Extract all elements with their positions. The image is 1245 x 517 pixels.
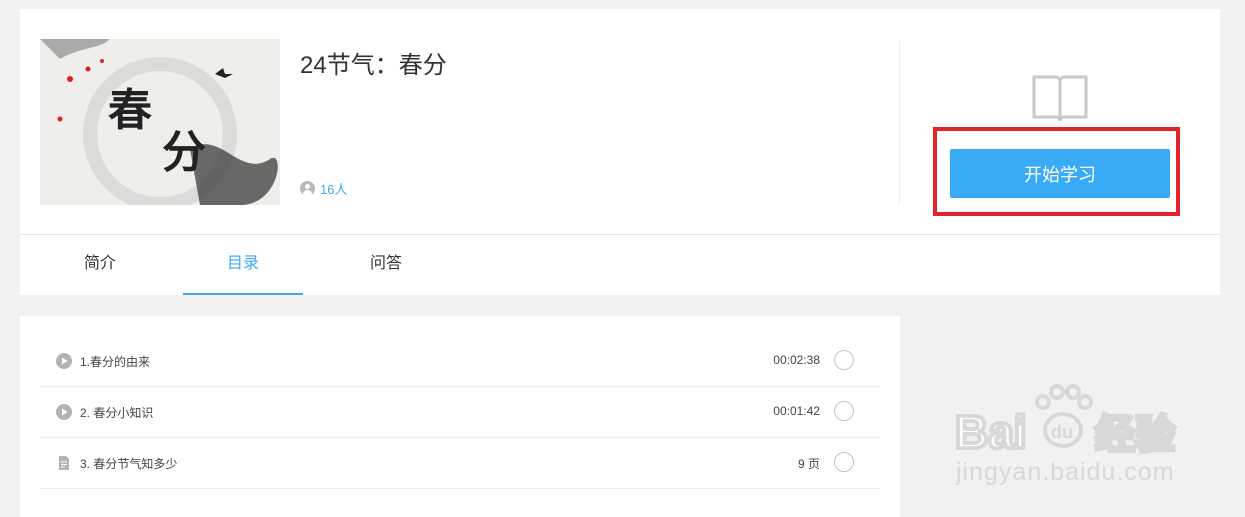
course-title: 24节气：春分 xyxy=(300,52,447,79)
svg-text:Bai: Bai xyxy=(955,406,1027,458)
list-item-title: 1.春分的由来 xyxy=(80,355,151,369)
play-icon xyxy=(56,353,72,369)
document-icon xyxy=(59,456,69,470)
list-item-duration: 00:02:38 xyxy=(773,353,820,367)
vertical-divider xyxy=(899,41,900,205)
baidu-jingyan-watermark-logo: Bai 经验 du xyxy=(955,384,1177,460)
list-item-duration: 00:01:42 xyxy=(773,404,820,418)
play-icon xyxy=(56,404,72,420)
cover-title-text: 春 xyxy=(108,85,152,136)
list-item-title: 3. 春分节气知多少 xyxy=(80,457,178,471)
list-item[interactable]: 3. 春分节气知多少 9 页 xyxy=(40,438,880,489)
list-item[interactable]: 2. 春分小知识 00:01:42 xyxy=(40,387,880,438)
catalog-list: 1.春分的由来 00:02:38 2. 春分小知识 00:01:42 3. 春分… xyxy=(20,316,900,517)
completion-circle[interactable] xyxy=(834,350,854,370)
list-item[interactable]: 1.春分的由来 00:02:38 xyxy=(40,336,880,387)
tab-intro[interactable]: 简介 xyxy=(40,235,160,295)
course-cover-image[interactable]: 春 分 xyxy=(40,39,280,205)
cover-subtitle-text: 分 xyxy=(162,127,206,178)
completion-circle[interactable] xyxy=(834,401,854,421)
tab-qa[interactable]: 问答 xyxy=(326,235,446,295)
learner-count: 16人 xyxy=(300,179,347,198)
start-learning-button[interactable]: 开始学习 xyxy=(950,149,1170,198)
completion-circle[interactable] xyxy=(834,452,854,472)
watermark-url: jingyan.baidu.com xyxy=(956,458,1175,486)
cover-painting xyxy=(40,39,280,205)
list-item-title: 2. 春分小知识 xyxy=(80,406,154,420)
course-header-card: 春 分 24节气：春分 16人 开始学习 简介 目录 问答 xyxy=(20,9,1220,295)
svg-text:du: du xyxy=(1051,422,1073,442)
svg-text:经验: 经验 xyxy=(1095,413,1175,457)
tab-catalog[interactable]: 目录 xyxy=(183,235,303,295)
open-book-icon xyxy=(1032,75,1088,122)
learner-count-text: 16人 xyxy=(320,182,348,197)
user-icon xyxy=(300,181,315,196)
list-item-pages: 9 页 xyxy=(797,457,820,471)
